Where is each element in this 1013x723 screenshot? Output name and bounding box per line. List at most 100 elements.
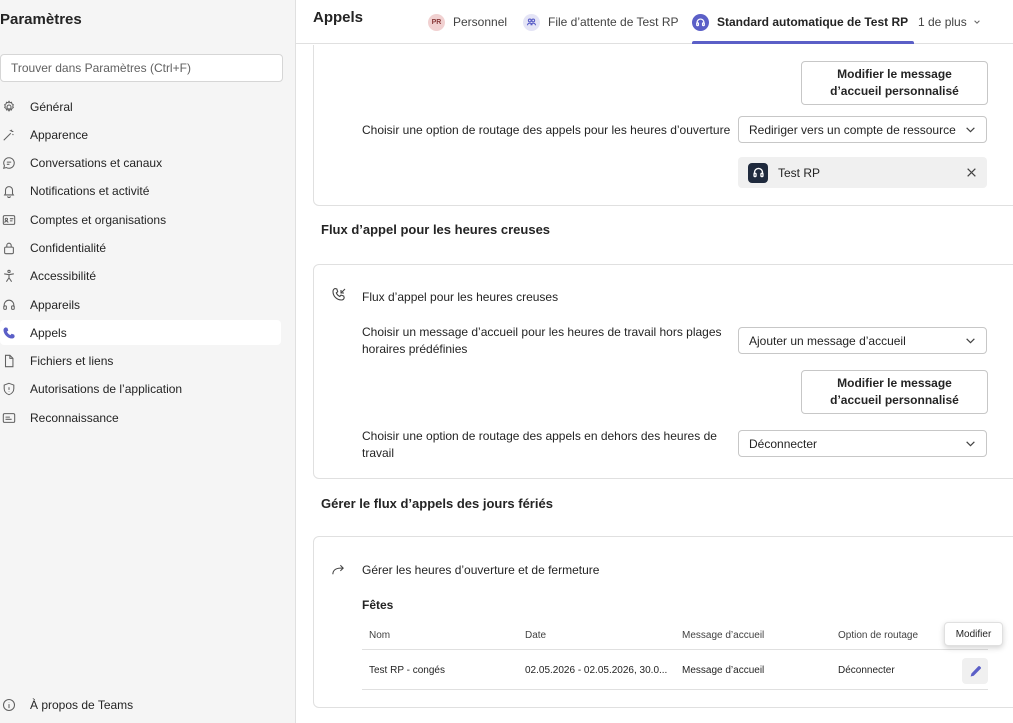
holidays-table-header: Nom Date Message d’accueil Option de rou… bbox=[362, 622, 988, 650]
edit-tooltip: Modifier bbox=[944, 622, 1003, 646]
sidebar-item-app-permissions[interactable]: Autorisations de l’application bbox=[0, 377, 281, 402]
wand-icon bbox=[0, 128, 30, 142]
column-header: Date bbox=[525, 630, 547, 641]
column-header: Option de routage bbox=[838, 630, 919, 641]
avatar: PR bbox=[428, 13, 445, 31]
routing-label: Choisir une option de routage des appels… bbox=[362, 123, 731, 137]
sidebar-item-label: Conversations et canaux bbox=[30, 156, 163, 171]
auto-attendant-icon bbox=[692, 13, 709, 31]
search-placeholder: Trouver dans Paramètres (Ctrl+F) bbox=[11, 61, 191, 75]
routing-label: Choisir une option de routage des appels… bbox=[362, 429, 717, 460]
tab-personnel[interactable]: PR Personnel bbox=[428, 0, 507, 44]
settings-nav: Général Apparence Conversations et canau… bbox=[0, 94, 281, 434]
sidebar-item-label: Autorisations de l’application bbox=[30, 382, 183, 397]
holiday-greeting: Message d’accueil bbox=[682, 665, 765, 676]
page-header: Appels PR Personnel File d’attente de Te… bbox=[296, 0, 1013, 44]
tab-label: Personnel bbox=[453, 15, 508, 29]
phone-forward-icon bbox=[331, 287, 347, 306]
sidebar-item-label: Appareils bbox=[30, 297, 81, 312]
resource-account-chip: Test RP bbox=[738, 157, 987, 188]
sidebar-item-about[interactable]: À propos de Teams bbox=[0, 695, 133, 715]
edit-greeting-button[interactable]: Modifier le message d’accueil personnali… bbox=[801, 61, 988, 105]
settings-title: Paramètres bbox=[0, 11, 82, 28]
after-hours-greeting-select[interactable]: Ajouter un message d’accueil bbox=[738, 327, 987, 354]
after-hours-card: Flux d’appel pour les heures creuses Cho… bbox=[313, 264, 1013, 479]
sidebar-item-conversations[interactable]: Conversations et canaux bbox=[0, 151, 281, 176]
bell-icon bbox=[0, 184, 30, 199]
headset-icon bbox=[0, 298, 30, 312]
sidebar-item-calls[interactable]: Appels bbox=[0, 320, 281, 346]
settings-search-input[interactable]: Trouver dans Paramètres (Ctrl+F) bbox=[0, 54, 283, 82]
shield-icon bbox=[0, 382, 30, 396]
sidebar-item-notifications[interactable]: Notifications et activité bbox=[0, 179, 281, 204]
sidebar-item-recognition[interactable]: Reconnaissance bbox=[0, 405, 281, 430]
chevron-down-icon bbox=[965, 124, 976, 135]
share-arrow-icon bbox=[331, 562, 346, 580]
business-hours-card: Modifier le message d’accueil personnali… bbox=[313, 45, 1013, 206]
tab-label: 1 de plus bbox=[918, 15, 967, 29]
chat-icon bbox=[0, 156, 30, 170]
sidebar-item-privacy[interactable]: Confidentialité bbox=[0, 235, 281, 260]
sidebar-item-label: Appels bbox=[30, 325, 67, 340]
tab-call-queue[interactable]: File d’attente de Test RP bbox=[523, 0, 679, 44]
sidebar-item-accounts[interactable]: Comptes et organisations bbox=[0, 207, 281, 232]
id-card-icon bbox=[0, 213, 30, 227]
lock-icon bbox=[0, 241, 30, 255]
chevron-down-icon bbox=[973, 18, 981, 26]
holidays-card: Gérer les heures d’ouverture et de ferme… bbox=[313, 536, 1013, 708]
page-title: Appels bbox=[313, 9, 364, 26]
holiday-routing: Déconnecter bbox=[838, 665, 895, 676]
close-icon[interactable] bbox=[966, 167, 977, 178]
select-value: Ajouter un message d’accueil bbox=[749, 333, 906, 348]
select-value: Rediriger vers un compte de ressource bbox=[749, 122, 956, 137]
select-value: Déconnecter bbox=[749, 436, 818, 451]
edit-greeting-button[interactable]: Modifier le message d’accueil personnali… bbox=[801, 370, 988, 414]
info-icon bbox=[0, 698, 30, 712]
edit-holiday-button[interactable] bbox=[962, 658, 988, 684]
resource-name: Test RP bbox=[778, 165, 821, 180]
after-hours-routing-select[interactable]: Déconnecter bbox=[738, 430, 987, 457]
sidebar-item-files[interactable]: Fichiers et liens bbox=[0, 349, 281, 374]
column-header: Nom bbox=[369, 630, 391, 641]
holiday-date: 02.05.2026 - 02.05.2026, 30.0... bbox=[525, 665, 668, 676]
file-icon bbox=[0, 354, 30, 368]
greeting-label: Choisir un message d’accueil pour les he… bbox=[362, 325, 722, 356]
sidebar-item-label: Reconnaissance bbox=[30, 410, 119, 425]
settings-sidebar: Paramètres Trouver dans Paramètres (Ctrl… bbox=[0, 0, 296, 723]
table-row: Test RP - congés 02.05.2026 - 02.05.2026… bbox=[362, 652, 988, 690]
sidebar-item-accessibility[interactable]: Accessibilité bbox=[0, 264, 281, 289]
pencil-icon bbox=[969, 665, 982, 678]
sidebar-item-label: Confidentialité bbox=[30, 240, 107, 255]
sidebar-item-appearance[interactable]: Apparence bbox=[0, 122, 281, 147]
holidays-heading: Gérer le flux d’appels des jours fériés bbox=[321, 496, 553, 511]
sidebar-item-label: Comptes et organisations bbox=[30, 212, 167, 227]
accessibility-icon bbox=[0, 269, 30, 283]
business-hours-routing-select[interactable]: Rediriger vers un compte de ressource bbox=[738, 116, 987, 143]
column-header: Message d’accueil bbox=[682, 630, 765, 641]
table-title: Fêtes bbox=[362, 598, 394, 612]
chevron-down-icon bbox=[965, 438, 976, 449]
sidebar-item-general[interactable]: Général bbox=[0, 94, 281, 119]
sidebar-item-devices[interactable]: Appareils bbox=[0, 292, 281, 317]
tab-label: Standard automatique de Test RP bbox=[717, 15, 909, 29]
phone-icon bbox=[0, 326, 30, 340]
sidebar-item-label: Général bbox=[30, 99, 73, 114]
about-label: À propos de Teams bbox=[30, 698, 134, 712]
gear-icon bbox=[0, 99, 30, 114]
sidebar-item-label: Accessibilité bbox=[30, 269, 97, 284]
tab-more[interactable]: 1 de plus bbox=[918, 0, 981, 44]
tab-label: File d’attente de Test RP bbox=[548, 15, 679, 29]
holiday-name: Test RP - congés bbox=[369, 665, 445, 676]
caption-icon bbox=[0, 411, 30, 425]
calls-settings-content: Modifier le message d’accueil personnali… bbox=[296, 45, 1013, 723]
sidebar-item-label: Notifications et activité bbox=[30, 184, 150, 199]
tab-auto-attendant[interactable]: Standard automatique de Test RP bbox=[692, 0, 915, 44]
sidebar-item-label: Apparence bbox=[30, 127, 89, 142]
call-queue-icon bbox=[523, 13, 540, 31]
card-title: Flux d’appel pour les heures creuses bbox=[362, 290, 559, 304]
headset-icon bbox=[748, 162, 768, 183]
after-hours-heading: Flux d’appel pour les heures creuses bbox=[321, 222, 551, 237]
sidebar-item-label: Fichiers et liens bbox=[30, 354, 114, 369]
chevron-down-icon bbox=[965, 335, 976, 346]
card-title: Gérer les heures d’ouverture et de ferme… bbox=[362, 563, 600, 577]
